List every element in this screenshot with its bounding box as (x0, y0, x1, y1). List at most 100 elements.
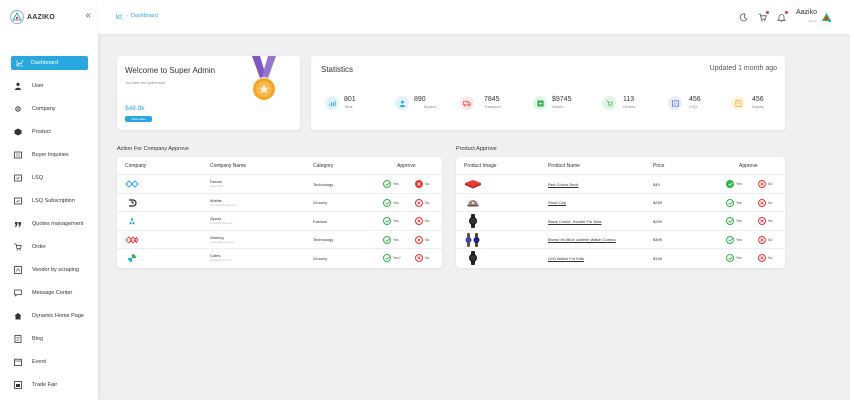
approve-yes-button[interactable]: Yes (383, 194, 399, 213)
approve-yes-button[interactable]: Yes (383, 231, 399, 250)
user-menu[interactable]: Aaziko admin (796, 9, 832, 25)
sidebar-item-lsq-subscription[interactable]: LSQ Subscription (0, 190, 98, 213)
approve-no-button[interactable]: No (415, 249, 429, 268)
cart-icon (602, 96, 616, 110)
company-category: Grocery (313, 200, 328, 206)
collapse-sidebar-icon[interactable]: « (85, 11, 91, 21)
product-name-link[interactable]: Red Colour Book (548, 175, 578, 194)
approve-no-button[interactable]: No (758, 231, 772, 250)
close-icon (415, 235, 423, 244)
company-subtext: owning@mail.com (210, 239, 235, 244)
approve-yes-button[interactable]: Yes (726, 212, 742, 231)
approve-yes-button[interactable]: Yes (726, 231, 742, 250)
stat-transport: 7845 Transport (460, 96, 501, 110)
approve-yes-label: Yes (393, 237, 399, 242)
approve-no-button[interactable]: No (758, 194, 772, 213)
sidebar-item-label: Trade Fair (32, 382, 58, 388)
close-icon (758, 235, 766, 244)
sidebar-item-message-center[interactable]: Message Center (0, 282, 98, 305)
approve-no-button[interactable]: No (758, 249, 772, 268)
sidebar-item-user[interactable]: User (0, 75, 98, 98)
table-row: Owning owning@mail.com Technology Yes No (117, 231, 442, 250)
company-approve-title: Action For Company Approve (117, 146, 189, 152)
product-name-link[interactable]: Brown Hd Blue Leather Watch Combo (548, 231, 616, 250)
sidebar-item-event[interactable]: Event (0, 351, 98, 374)
company-category: Fashion (313, 218, 328, 224)
approve-yes-button[interactable]: Yes (726, 194, 742, 213)
product-name-link[interactable]: LED Watch For Kids (548, 249, 584, 268)
product-price: $149 (653, 255, 662, 261)
column-category: Category (313, 163, 334, 169)
message-icon (13, 288, 23, 298)
breadcrumb[interactable]: - Dashboard (116, 13, 158, 19)
sidebar-item-order[interactable]: Order (0, 236, 98, 259)
sidebar-item-product[interactable]: Product (0, 121, 98, 144)
company-name-cell: Cafes cafes@mail.com (210, 249, 232, 268)
sidebar-item-label: Company (32, 106, 56, 112)
lsq-icon (668, 96, 682, 110)
approve-yes-button[interactable]: Yes (726, 175, 742, 194)
cart-icon[interactable] (758, 11, 769, 22)
bell-icon[interactable] (777, 11, 788, 22)
approve-no-label: No (425, 256, 430, 261)
user-name-block: Aaziko admin (796, 9, 817, 25)
company-category: Technology (313, 237, 334, 243)
stat-orders: 113 Orders (602, 96, 635, 110)
topbar: - Dashboard Aaziko admin (98, 0, 850, 34)
sidebar-item-company[interactable]: Company (0, 98, 98, 121)
column-company-name: Company Name (210, 163, 247, 169)
sidebar-item-buyer-inquiries[interactable]: Buyer Inquiries (0, 144, 98, 167)
sidebar-item-trade-fair[interactable]: Trade Fair (0, 374, 98, 397)
welcome-amount: $48.9k (125, 105, 145, 112)
approve-yes-button[interactable]: Yes (383, 175, 399, 194)
check-icon (726, 235, 734, 244)
table-row: Zipcar zipcar@mail.com Fashion Yes No (117, 212, 442, 231)
table-row: Red Colour Book $49 Yes No (456, 175, 785, 194)
view-sales-button[interactable]: View sales (125, 116, 152, 122)
table-header: Company Company Name Category Approve (117, 157, 442, 175)
subscription-icon (13, 196, 23, 206)
approve-yes-button[interactable]: Yes? (383, 249, 401, 268)
product-name-link[interactable]: Short Cap (548, 194, 566, 213)
user-name: Aaziko (795, 9, 817, 16)
close-icon (415, 180, 423, 189)
event-icon (13, 357, 23, 367)
sidebar-item-dynamic-home-page[interactable]: Dynamic Home Page (0, 305, 98, 328)
check-icon (383, 217, 391, 226)
truck-icon (460, 96, 474, 110)
sidebar-item-vendor-by-scraping[interactable]: Vendor by scraping (0, 259, 98, 282)
approve-no-button[interactable]: No (758, 212, 772, 231)
stat-admin: $9745 Admin (533, 96, 571, 110)
sidebar-item-lsq[interactable]: LSQ (0, 167, 98, 190)
stat-label: LSQ (689, 104, 698, 109)
table-header: Product Image Product Name Price Approve (456, 157, 785, 175)
dark-mode-icon[interactable] (739, 12, 749, 22)
approve-no-button[interactable]: No (415, 194, 429, 213)
table-row: Short Cap $299 Yes No (456, 194, 785, 213)
stat-value: 456 (752, 96, 764, 103)
stat-label: Buyers (424, 104, 437, 109)
lsq-icon (13, 173, 23, 183)
check-icon (726, 180, 734, 189)
sidebar-item-quotes-management[interactable]: Quotes management (0, 213, 98, 236)
sidebar: AAZIKO « Dashboard User Company Product … (0, 0, 98, 400)
company-name-cell: Dream diag-2019 (210, 175, 223, 194)
approve-no-label: No (425, 200, 430, 205)
product-image (466, 194, 480, 213)
approve-yes-label: Yes (393, 182, 399, 187)
cart-badge (765, 11, 769, 14)
approve-yes-button[interactable]: Yes (383, 212, 399, 231)
sidebar-item-dashboard[interactable]: Dashboard (11, 56, 88, 70)
approve-no-button[interactable]: No (415, 212, 429, 231)
approve-no-label: No (425, 182, 430, 187)
logo-icon (10, 10, 24, 24)
approve-no-button[interactable]: No (758, 175, 772, 194)
approve-no-button[interactable]: No (415, 231, 429, 250)
brand[interactable]: AAZIKO « (0, 0, 98, 34)
statistics-title: Statistics (321, 65, 354, 74)
product-name-link[interactable]: Black Colour, Hoodie For Kids (548, 212, 601, 231)
approve-yes-button[interactable]: Yes (726, 249, 742, 268)
avatar[interactable] (821, 12, 832, 23)
approve-no-button[interactable]: No (415, 175, 429, 194)
sidebar-item-blog[interactable]: Blog (0, 328, 98, 351)
